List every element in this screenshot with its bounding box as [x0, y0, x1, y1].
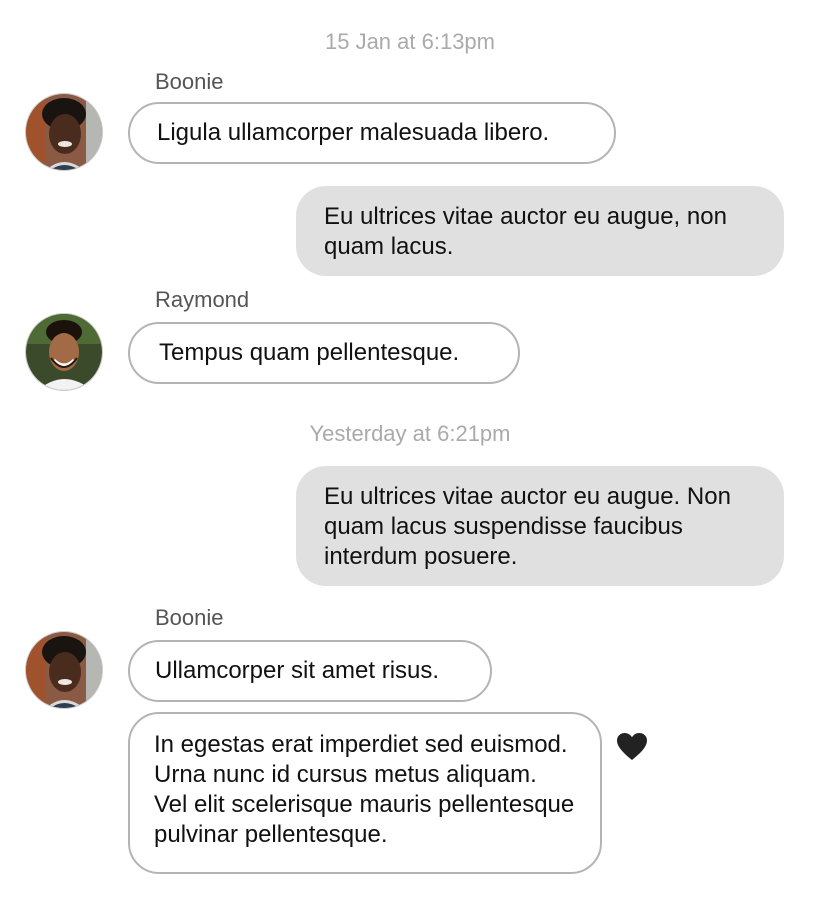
avatar[interactable] — [25, 631, 103, 709]
message-text: Ullamcorper sit amet risus. — [155, 657, 440, 684]
sender-name: Boonie — [155, 605, 224, 630]
timestamp: Yesterday at 6:21pm — [309, 421, 511, 446]
message-text: Tempus quam pellentesque. — [159, 339, 460, 366]
avatar[interactable] — [25, 313, 103, 391]
avatar-woman-image — [26, 632, 102, 708]
message-bubble-outgoing[interactable]: Eu ultrices vitae auctor eu augue, non q… — [296, 186, 784, 276]
message-text: Eu ultrices vitae auctor eu augue, non q… — [324, 203, 727, 260]
message-bubble-outgoing[interactable]: Eu ultrices vitae auctor eu augue. Non q… — [296, 466, 784, 586]
message-bubble-incoming[interactable]: In egestas erat imperdiet sed euismod. U… — [128, 712, 602, 874]
message-bubble-incoming[interactable]: Tempus quam pellentesque. — [128, 322, 520, 384]
avatar[interactable] — [25, 93, 103, 171]
message-text: Ligula ullamcorper malesuada libero. — [157, 119, 550, 146]
avatar-man-image — [26, 314, 102, 390]
avatar-woman-image — [26, 94, 102, 170]
message-bubble-incoming[interactable]: Ullamcorper sit amet risus. — [128, 640, 492, 702]
message-text: Eu ultrices vitae auctor eu augue. Non q… — [324, 483, 731, 570]
sender-name: Boonie — [155, 69, 224, 94]
message-text: In egestas erat imperdiet sed euismod. U… — [154, 731, 575, 848]
message-bubble-incoming[interactable]: Ligula ullamcorper malesuada libero. — [128, 102, 616, 164]
heart-icon[interactable] — [616, 732, 648, 762]
heart-icon-shape — [617, 733, 647, 760]
timestamp: 15 Jan at 6:13pm — [324, 29, 495, 54]
sender-name: Raymond — [155, 287, 250, 312]
